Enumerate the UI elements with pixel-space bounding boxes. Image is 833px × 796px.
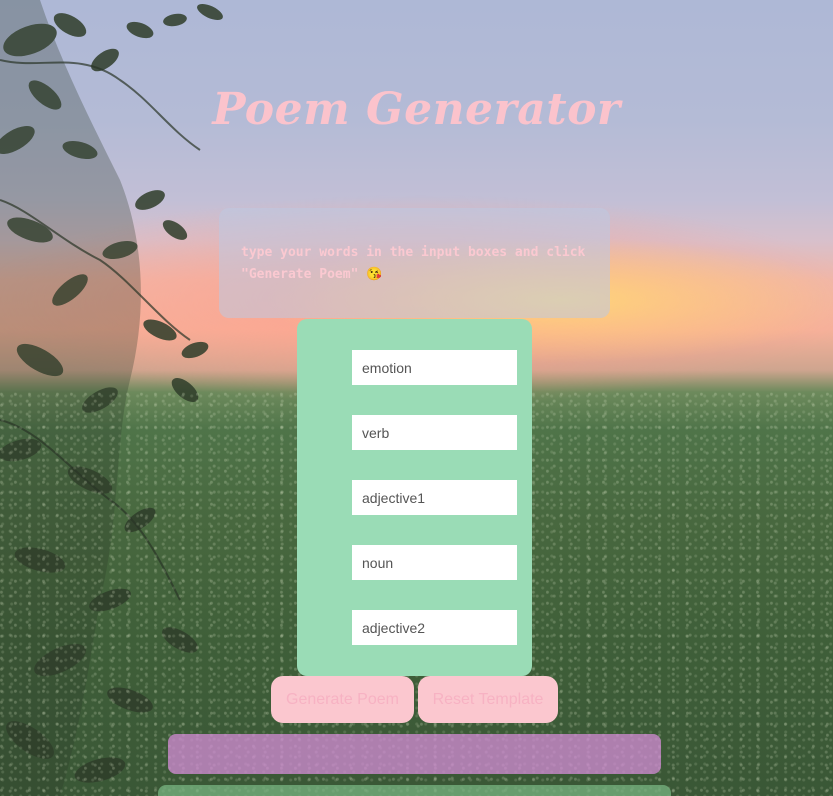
- noun-input[interactable]: [352, 545, 517, 580]
- reset-template-button[interactable]: Reset Template: [418, 676, 558, 723]
- adjective1-input[interactable]: [352, 480, 517, 515]
- adjective2-input[interactable]: [352, 610, 517, 645]
- instructions-box: type your words in the input boxes and c…: [219, 208, 610, 318]
- template-box: [158, 785, 671, 796]
- instructions-text: type your words in the input boxes and c…: [241, 245, 586, 282]
- page-title: Poem Generator: [212, 84, 621, 135]
- emotion-input[interactable]: [352, 350, 517, 385]
- generate-poem-button[interactable]: Generate Poem: [271, 676, 414, 723]
- input-form-panel: [297, 319, 532, 676]
- verb-input[interactable]: [352, 415, 517, 450]
- poem-output-box: [168, 734, 661, 774]
